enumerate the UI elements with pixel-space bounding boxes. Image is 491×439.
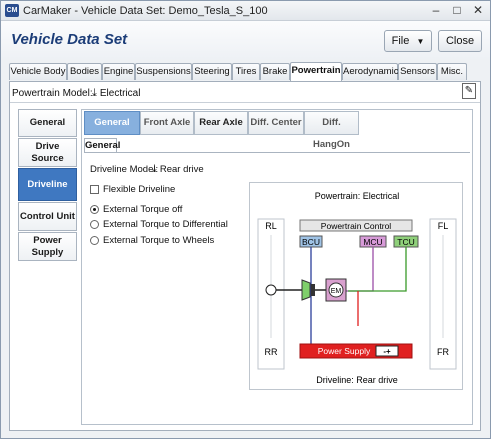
wheel-fr-label: FR	[437, 347, 449, 357]
diagram-title: Powertrain: Electrical	[315, 191, 400, 201]
subtab-rear-axle[interactable]: Rear Axle	[194, 111, 248, 135]
wheel-fl-label: FL	[438, 221, 449, 231]
tab-steering[interactable]: Steering	[192, 63, 232, 80]
radio-torque-off[interactable]	[90, 205, 99, 214]
page-title: Vehicle Data Set	[11, 31, 128, 48]
carmaker-app-icon: CM	[5, 4, 19, 17]
sidetab-control-unit[interactable]: Control Unit	[18, 202, 77, 231]
torque-differential-label: External Torque to Differential	[103, 219, 228, 230]
wheel-rl-label: RL	[265, 221, 277, 231]
tab-suspensions[interactable]: Suspensions	[135, 63, 192, 80]
tab-engine[interactable]: Engine	[102, 63, 135, 80]
power-supply-label: Power Supply	[318, 346, 371, 356]
battery-sign: -+	[383, 347, 391, 356]
notes-icon[interactable]: ✎	[462, 83, 476, 99]
diagram-caption: Driveline: Rear drive	[316, 375, 398, 385]
clutch-symbol	[311, 284, 315, 296]
download-icon: ⤓	[152, 163, 157, 175]
tab-powertrain[interactable]: Powertrain	[290, 62, 342, 81]
flexible-driveline-label: Flexible Driveline	[103, 184, 176, 195]
tab-misc[interactable]: Misc.	[437, 63, 467, 80]
bcu-label: BCU	[302, 237, 320, 247]
tab-tires[interactable]: Tires	[232, 63, 260, 80]
powertrain-model-label: Powertrain Model:	[12, 88, 93, 99]
window-title: CarMaker - Vehicle Data Set: Demo_Tesla_…	[23, 5, 268, 17]
title-bar: CM CarMaker - Vehicle Data Set: Demo_Tes…	[1, 1, 490, 21]
download-icon: ⤓	[92, 87, 97, 99]
driveline-model-selector[interactable]: ⤓ Rear drive	[152, 163, 204, 176]
sidetab-driveline[interactable]: Driveline	[18, 168, 77, 201]
sidetab-general[interactable]: General	[18, 109, 77, 137]
radio-torque-wheels[interactable]	[90, 236, 99, 245]
tab-brake[interactable]: Brake	[260, 63, 290, 80]
wheel-rr-label: RR	[265, 347, 278, 357]
powertrain-diagram: Powertrain: Electrical RL FL RR FR Power…	[249, 182, 463, 390]
tab-vehicle-body[interactable]: Vehicle Body	[9, 63, 67, 80]
inner-tab-general[interactable]: General	[84, 138, 120, 153]
mcu-line	[346, 247, 374, 292]
inner-tab-divider	[84, 152, 470, 153]
close-button[interactable]: Close	[438, 30, 482, 52]
file-button-label: File	[391, 35, 410, 47]
maximize-icon[interactable]: □	[450, 4, 464, 18]
dropdown-arrow-icon: ▼	[416, 37, 425, 46]
differential-symbol	[265, 284, 277, 296]
close-window-icon[interactable]: ✕	[471, 4, 485, 18]
header-bar: Vehicle Data Set File ▼ Close	[1, 21, 490, 59]
subtab-diff-center[interactable]: Diff. Center	[248, 111, 304, 135]
tcu-line	[348, 247, 407, 292]
carmaker-window: CM CarMaker - Vehicle Data Set: Demo_Tes…	[0, 0, 491, 439]
driveline-schematic: Powertrain: Electrical RL FL RR FR Power…	[257, 191, 457, 385]
tab-aerodynamics[interactable]: Aerodynamics	[342, 63, 403, 80]
tab-sensors[interactable]: Sensors	[398, 63, 437, 80]
tab-bodies[interactable]: Bodies	[67, 63, 102, 80]
driveline-model-value: Rear drive	[159, 164, 204, 175]
torque-off-label: External Torque off	[103, 204, 183, 215]
powertrain-model-value: Electrical	[99, 88, 141, 99]
radio-torque-differential[interactable]	[90, 220, 99, 229]
powertrain-control-label: Powertrain Control	[321, 221, 392, 231]
flexible-driveline-checkbox[interactable]	[90, 185, 99, 194]
file-menu-button[interactable]: File ▼	[384, 30, 432, 52]
torque-wheels-label: External Torque to Wheels	[103, 235, 215, 246]
tcu-label: TCU	[397, 237, 414, 247]
subtab-diff-hangon[interactable]: Diff. HangOn	[304, 111, 359, 150]
sidetab-drive-source[interactable]: Drive Source	[18, 138, 77, 167]
divider	[10, 102, 480, 103]
mcu-label: MCU	[363, 237, 382, 247]
driveline-model-label: Driveline Model:	[90, 164, 159, 175]
em-label: EM	[331, 288, 342, 295]
minimize-icon[interactable]: –	[429, 4, 443, 18]
sidetab-power-supply[interactable]: Power Supply	[18, 232, 77, 261]
powertrain-model-selector[interactable]: ⤓ Electrical	[92, 87, 140, 100]
gearbox-symbol	[301, 279, 311, 301]
subtab-front-axle[interactable]: Front Axle	[140, 111, 194, 135]
subtab-general[interactable]: General	[84, 111, 140, 135]
